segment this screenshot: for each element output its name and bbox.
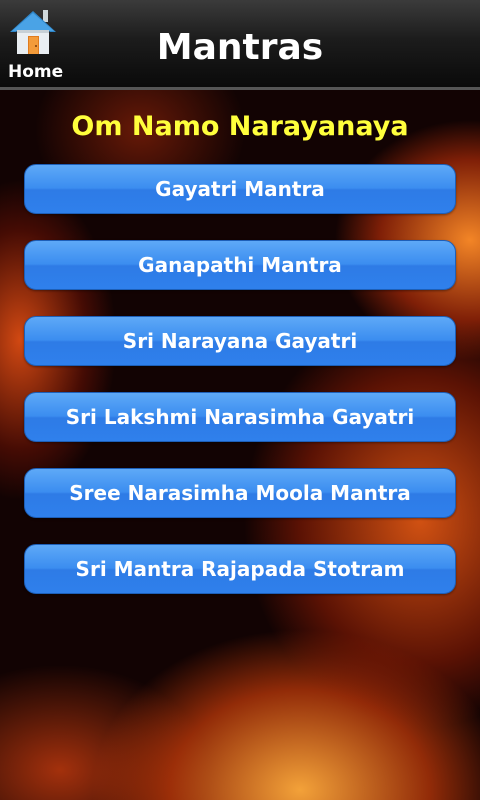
page-title: Mantras [156,27,324,68]
header-bar: Home Mantras [0,0,480,90]
gayatri-mantra-button[interactable]: Gayatri Mantra [24,164,456,214]
sri-lakshmi-narasimha-gayatri-button[interactable]: Sri Lakshmi Narasimha Gayatri [24,392,456,442]
ganapathi-mantra-button[interactable]: Ganapathi Mantra [24,240,456,290]
sri-mantra-rajapada-stotram-button[interactable]: Sri Mantra Rajapada Stotram [24,544,456,594]
sri-narayana-gayatri-button[interactable]: Sri Narayana Gayatri [24,316,456,366]
sree-narasimha-moola-mantra-button[interactable]: Sree Narasimha Moola Mantra [24,468,456,518]
fire-background: Om Namo Narayanaya Gayatri Mantra Ganapa… [0,90,480,800]
subtitle: Om Namo Narayanaya [71,111,409,142]
